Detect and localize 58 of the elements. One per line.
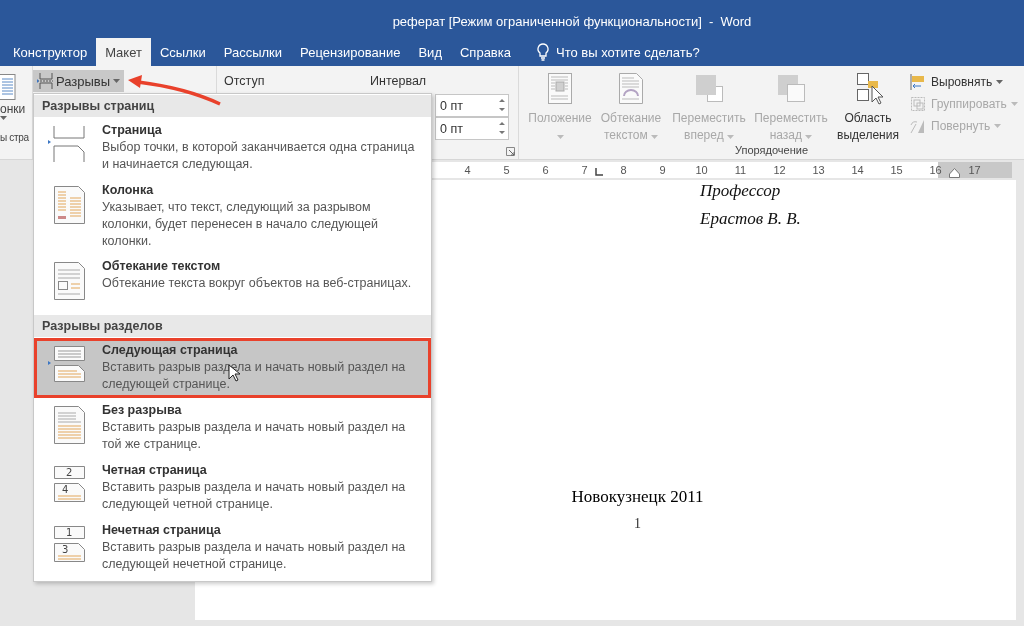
ribbon-tab[interactable]: Конструктор [4, 38, 97, 66]
tab-stop-icon [595, 168, 603, 176]
menu-section-heading: Разрывы страниц [34, 95, 431, 117]
menu-item[interactable]: Обтекание текстом Обтекание текста вокруг объектов на веб-страницах. [34, 254, 431, 314]
caret-icon [113, 79, 121, 83]
button-label[interactable]: онки [0, 102, 26, 116]
ruler-number: 10 [695, 163, 708, 178]
menu-item[interactable]: 2 4 Четная страница Вставить разрыв раздела и начать новый раздел на следующей четной странице. [34, 458, 431, 518]
ribbon-tab[interactable]: Макет [96, 38, 151, 66]
ruler-number: 9 [659, 163, 666, 178]
ruler-number: 7 [581, 163, 588, 178]
group-icon [909, 95, 927, 113]
lightbulb-icon [536, 43, 550, 61]
page-number: 1 [634, 516, 641, 532]
menu-item[interactable]: Колонка Указывает, что текст, следующий за разрывом колонки, будет перенесен в начало следующей колонки. [34, 178, 431, 254]
ruler-number: 15 [890, 163, 903, 178]
document-text: Новокузнецк 2011 [571, 487, 704, 507]
ribbon-tab[interactable]: Вид [409, 38, 451, 66]
caret-icon [994, 124, 1002, 128]
ribbon-tab[interactable]: Рассылки [214, 38, 292, 66]
ruler-number: 12 [773, 163, 786, 178]
menu-item[interactable]: 1 3 Нечетная страница Вставить разрыв раздела и начать новый раздел на следующей нечетной странице. [34, 518, 431, 578]
ruler-number: 11 [734, 163, 747, 178]
group-label: Упорядочение [734, 144, 809, 156]
document-text: Ерастов В. В. [700, 209, 801, 229]
ribbon-tab[interactable]: Ссылки [150, 38, 215, 66]
indent-label: Отступ [224, 74, 266, 88]
ribbon-tab[interactable]: Справка [451, 38, 520, 66]
align-icon [909, 73, 927, 91]
ruler-number: 13 [812, 163, 825, 178]
arrange-button[interactable]: Область выделения [833, 72, 903, 144]
spinner-arrows-icon [499, 98, 505, 112]
document-text: Профессор [700, 181, 782, 201]
dialog-launcher-icon [506, 147, 515, 156]
tell-me-field[interactable]: Что вы хотите сделать? [554, 38, 728, 66]
indent-marker-icon [949, 168, 960, 178]
caret-icon [0, 116, 7, 120]
breaks-button[interactable]: Разрывы [33, 70, 125, 92]
spacing-field[interactable]: 0 пт [435, 94, 509, 117]
spinner-arrows-icon [499, 121, 505, 135]
menu-item[interactable]: Без разрыва Вставить разрыв раздела и начать новый раздел на той же странице. [34, 398, 431, 458]
ruler-number: 16 [929, 163, 942, 178]
menu-section-heading: Разрывы разделов [34, 315, 431, 337]
spacing-field[interactable]: 0 пт [435, 117, 509, 140]
ruler-number: 14 [851, 163, 864, 178]
page-break-icon [37, 72, 53, 90]
ribbon-tab[interactable]: Рецензирование [291, 38, 410, 66]
ruler-number: 4 [464, 163, 471, 178]
group-label: ы стра [0, 132, 29, 143]
caret-icon [1010, 102, 1018, 106]
arrange-button[interactable]: Выровнять [907, 72, 1020, 92]
window-title: реферат [Режим ограниченной функциональности] - Word [392, 13, 752, 29]
ruler-number: 17 [968, 163, 981, 178]
ruler-number: 5 [503, 163, 510, 178]
ruler-number: 6 [542, 163, 549, 178]
ruler-number: 8 [620, 163, 627, 178]
spacing-label: Интервал [370, 74, 427, 88]
caret-icon [996, 80, 1004, 84]
